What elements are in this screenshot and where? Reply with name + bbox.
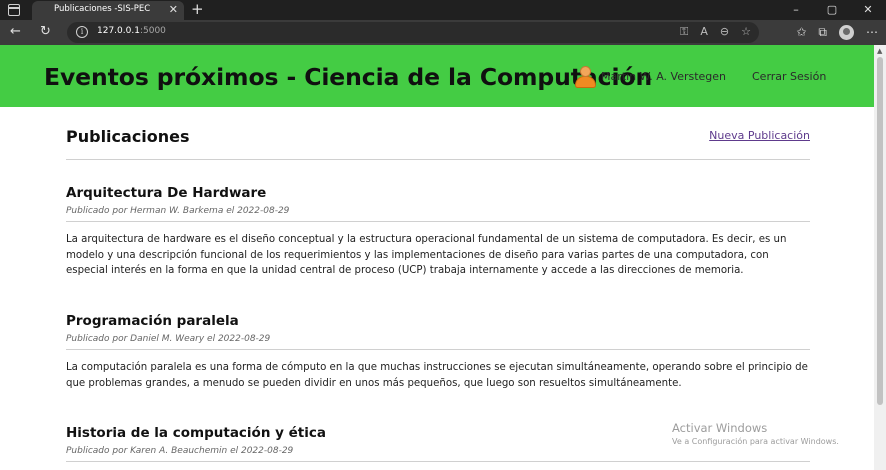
collections-icon[interactable]: ⧉ <box>818 23 827 41</box>
url-actions: ⚿ A ⊖ ☆ <box>680 24 751 40</box>
profile-icon[interactable] <box>839 24 854 40</box>
close-window-icon[interactable]: ✕ <box>850 0 886 20</box>
watermark-title: Activar Windows <box>672 421 768 435</box>
url-field[interactable]: i 127.0.0.1:5000 ⚿ A ⊖ ☆ <box>67 22 759 43</box>
scrollbar-thumb[interactable] <box>877 57 883 405</box>
scrollbar[interactable]: ▲ <box>874 45 886 470</box>
refresh-icon[interactable]: ↻ <box>40 23 51 41</box>
browser-tab[interactable]: Publicaciones -SIS-PEC ✕ <box>32 1 184 20</box>
tab-close-icon[interactable]: ✕ <box>169 3 178 17</box>
post-title: Programación paralela <box>66 313 239 329</box>
activation-watermark: Activar Windows Ve a Configuración para … <box>672 421 839 448</box>
scroll-up-icon[interactable]: ▲ <box>877 47 882 55</box>
favorite-add-icon[interactable]: ☆ <box>741 24 751 40</box>
browser-address-bar: ← ↻ i 127.0.0.1:5000 ⚿ A ⊖ ☆ ✩ ⧉ ⋯ <box>0 20 886 45</box>
site-title: Eventos próximos - Ciencia de la Computa… <box>44 63 653 91</box>
url-text: 127.0.0.1:5000 <box>97 26 166 36</box>
read-aloud-icon[interactable]: A <box>700 24 708 40</box>
post-meta: Publicado por Daniel M. Weary el 2022-08… <box>66 334 271 344</box>
key-icon[interactable]: ⚿ <box>680 24 688 40</box>
new-publication-link[interactable]: Nueva Publicación <box>709 129 810 142</box>
maximize-icon[interactable]: ▢ <box>814 0 850 20</box>
post-body: La computación paralela es una forma de … <box>66 362 808 389</box>
user-avatar-icon <box>575 66 596 88</box>
more-icon[interactable]: ⋯ <box>866 23 878 41</box>
favorites-icon[interactable]: ✩ <box>796 23 806 41</box>
post-body: La arquitectura de hardware es el diseño… <box>66 234 787 276</box>
post-meta: Publicado por Karen A. Beauchemin el 202… <box>66 446 294 456</box>
browser-toolbar: ✩ ⧉ ⋯ <box>796 23 878 41</box>
page-title: Publicaciones <box>66 127 190 146</box>
site-info-icon[interactable]: i <box>76 26 88 38</box>
browser-tab-bar: Publicaciones -SIS-PEC ✕ + – ▢ ✕ <box>0 0 886 20</box>
back-icon[interactable]: ← <box>10 23 21 41</box>
divider <box>66 349 810 350</box>
url-port: :5000 <box>139 26 166 36</box>
watermark-subtitle: Ve a Configuración para activar Windows. <box>672 437 839 446</box>
logout-link[interactable]: Cerrar Sesión <box>752 70 826 83</box>
window-controls: – ▢ ✕ <box>778 0 886 20</box>
divider <box>66 461 810 462</box>
post-title: Historia de la computación y ética <box>66 425 326 441</box>
site-header: Eventos próximos - Ciencia de la Computa… <box>0 45 874 107</box>
divider <box>66 221 810 222</box>
zoom-icon[interactable]: ⊖ <box>720 24 729 40</box>
user-name[interactable]: Martin W. A. Verstegen <box>601 70 726 83</box>
post-meta: Publicado por Herman W. Barkema el 2022-… <box>66 206 290 216</box>
url-host: 127.0.0.1 <box>97 26 140 36</box>
divider <box>66 159 810 160</box>
new-tab-icon[interactable]: + <box>191 1 204 18</box>
tab-actions-icon[interactable] <box>8 4 20 16</box>
tab-title: Publicaciones -SIS-PEC <box>54 4 151 14</box>
minimize-icon[interactable]: – <box>778 0 814 20</box>
post-title: Arquitectura De Hardware <box>66 185 267 201</box>
